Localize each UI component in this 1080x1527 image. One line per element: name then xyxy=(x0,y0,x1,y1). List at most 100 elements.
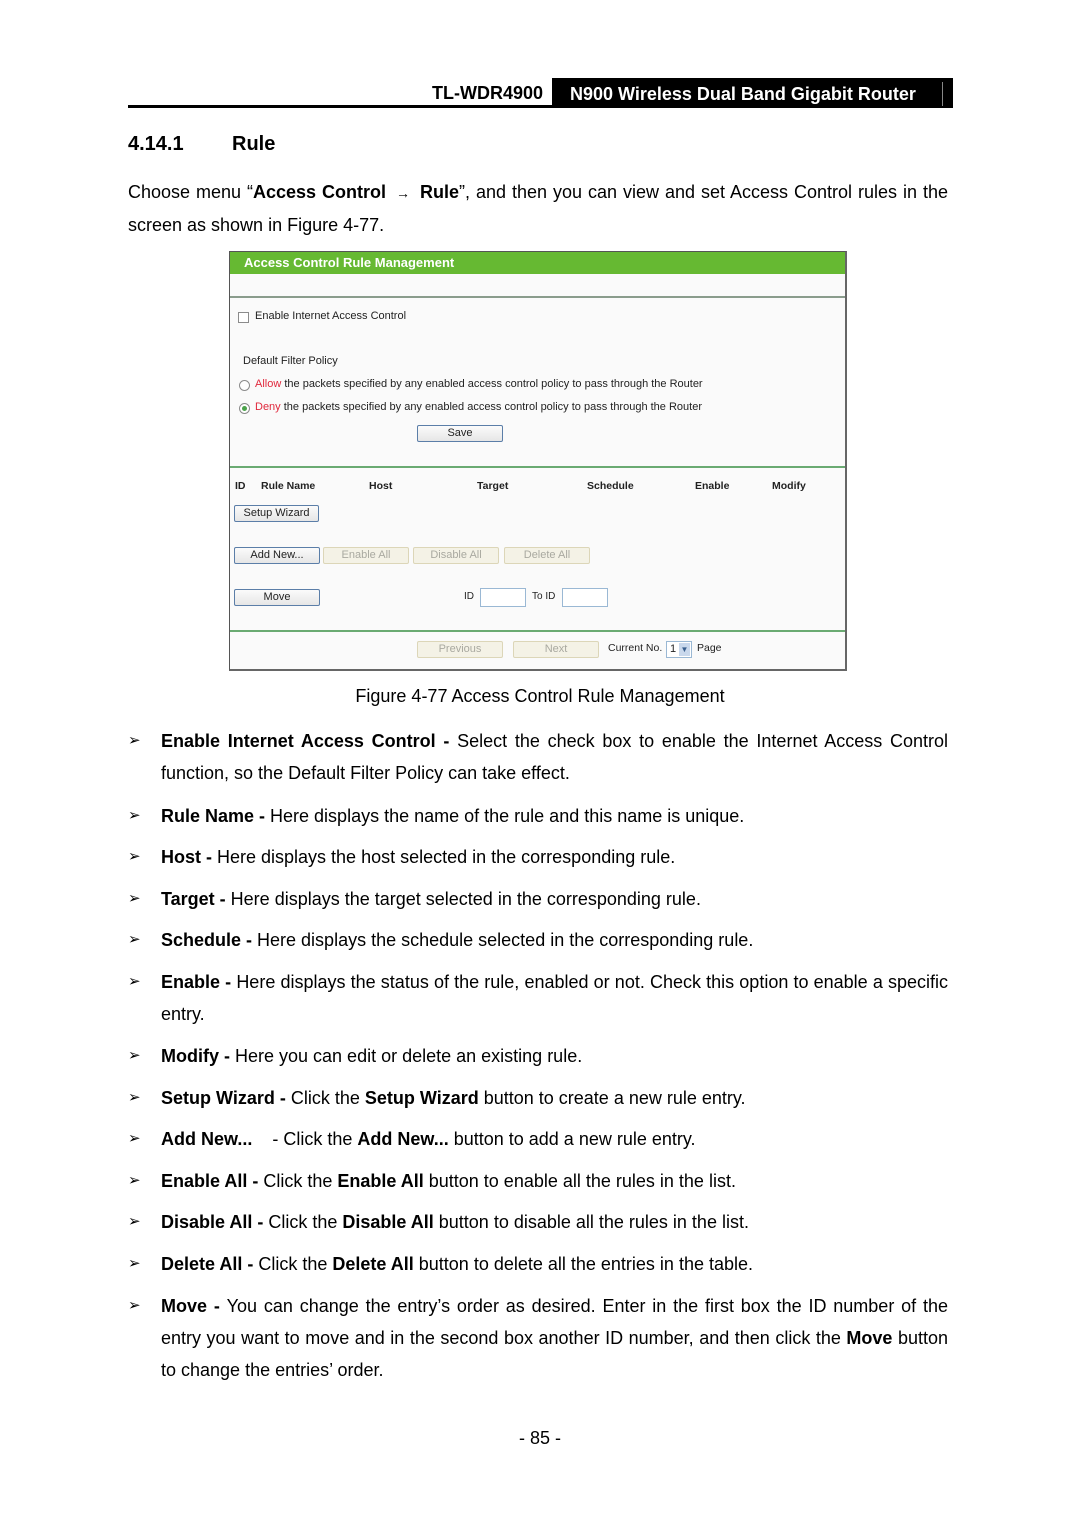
list-item: ➢ Schedule - Here displays the schedule … xyxy=(128,924,948,956)
allow-keyword: Allow xyxy=(255,378,282,390)
bullet-text: Click the xyxy=(268,1212,343,1232)
bullet-text: Here you can edit or delete an existing … xyxy=(235,1046,583,1066)
previous-button[interactable]: Previous xyxy=(417,641,503,658)
bullet-arrow-icon: ➢ xyxy=(128,973,141,990)
list-item: ➢ Move - You can change the entry’s orde… xyxy=(128,1290,948,1386)
bullet-term: Add New... xyxy=(161,1129,253,1149)
bullet-arrow-icon: ➢ xyxy=(128,1255,141,1272)
divider xyxy=(230,296,845,298)
bullet-text: Here displays the host selected in the c… xyxy=(217,847,676,867)
list-item: ➢ Host - Here displays the host selected… xyxy=(128,841,948,873)
bullet-term: Setup Wizard - xyxy=(161,1088,291,1108)
header-product: N900 Wireless Dual Band Gigabit Router xyxy=(570,84,916,104)
default-filter-policy-label: Default Filter Policy xyxy=(243,355,338,367)
bullet-text: button to delete all the entries in the … xyxy=(413,1254,753,1274)
chevron-down-icon: ▼ xyxy=(679,643,690,656)
list-item: ➢ Target - Here displays the target sele… xyxy=(128,883,948,915)
bullet-arrow-icon: ➢ xyxy=(128,1089,141,1106)
list-item: ➢ Enable Internet Access Control - Selec… xyxy=(128,725,948,789)
bullet-term: Schedule - xyxy=(161,930,258,950)
bullet-term: Delete All - xyxy=(161,1254,259,1274)
figure-caption: Figure 4-77 Access Control Rule Manageme… xyxy=(355,686,725,706)
delete-all-button[interactable]: Delete All xyxy=(504,547,590,564)
arrow-right-icon: → xyxy=(396,185,411,201)
bullet-term: Modify - xyxy=(161,1046,235,1066)
list-item: ➢ Enable - Here displays the status of t… xyxy=(128,966,948,1030)
disable-all-button[interactable]: Disable All xyxy=(413,547,499,564)
allow-policy-radio[interactable] xyxy=(239,380,250,391)
running-header: TL-WDR4900 N900 Wireless Dual Band Gigab… xyxy=(128,78,953,108)
bullet-bold: Move xyxy=(846,1328,893,1348)
next-button[interactable]: Next xyxy=(513,641,599,658)
menu-path-rule: Rule xyxy=(420,182,460,202)
list-item: ➢ Rule Name - Here displays the name of … xyxy=(128,800,948,832)
enable-internet-access-control-label: Enable Internet Access Control xyxy=(255,310,407,322)
list-item: ➢ Delete All - Click the Delete All butt… xyxy=(128,1248,948,1280)
bullet-text: button to add a new rule entry. xyxy=(448,1129,696,1149)
bullet-text: button to enable all the rules in the li… xyxy=(423,1171,736,1191)
intro-paragraph: Choose menu “Access Control → Rule”, and t… xyxy=(128,176,948,241)
page-select-value: 1 xyxy=(670,643,677,655)
bullet-text: - Click the xyxy=(252,1129,358,1149)
move-to-id-input[interactable] xyxy=(562,588,608,607)
deny-policy-radio[interactable] xyxy=(239,403,250,414)
header-rule xyxy=(128,105,552,108)
page-number: - 85 - xyxy=(518,1428,561,1448)
column-header-enable: Enable xyxy=(695,480,730,492)
bullet-term: Enable - xyxy=(161,972,237,992)
bullet-arrow-icon: ➢ xyxy=(128,890,141,907)
bullet-term: Rule Name - xyxy=(161,806,271,826)
bullet-bold: Delete All xyxy=(332,1254,414,1274)
add-new-button[interactable]: Add New... xyxy=(234,547,320,564)
access-control-rule-screenshot: Access Control Rule Management Enable In… xyxy=(229,251,847,671)
bullet-bold: Add New... xyxy=(357,1129,449,1149)
to-id-label: To ID xyxy=(532,591,556,602)
allow-policy-label: Allow the packets specified by any enabl… xyxy=(255,378,703,390)
bullet-arrow-icon: ➢ xyxy=(128,1172,141,1189)
bullet-arrow-icon: ➢ xyxy=(128,1047,141,1064)
bullet-text: Here displays the schedule selected in t… xyxy=(257,930,754,950)
header-model: TL-WDR4900 xyxy=(431,83,543,103)
divider xyxy=(230,466,845,468)
setup-wizard-button[interactable]: Setup Wizard xyxy=(234,505,319,522)
bullet-arrow-icon: ➢ xyxy=(128,931,141,948)
section-number: 4.14.1 xyxy=(128,133,184,155)
header-product-edge xyxy=(942,82,943,106)
bullet-term: Enable All - xyxy=(161,1171,264,1191)
page-select[interactable]: 1 ▼ xyxy=(666,641,692,658)
list-item: ➢ Modify - Here you can edit or delete a… xyxy=(128,1040,948,1072)
column-header-schedule: Schedule xyxy=(587,480,634,492)
intro-prefix: Choose menu “ xyxy=(128,182,254,202)
bullet-text: Here displays the name of the rule and t… xyxy=(270,806,745,826)
list-item: ➢ Enable All - Click the Enable All butt… xyxy=(128,1165,948,1197)
enable-internet-access-control-checkbox[interactable] xyxy=(238,312,249,323)
allow-policy-text: the packets specified by any enabled acc… xyxy=(281,378,703,390)
deny-policy-text: the packets specified by any enabled acc… xyxy=(280,401,702,413)
list-item: ➢ Disable All - Click the Disable All bu… xyxy=(128,1206,948,1238)
list-item: ➢ Add New... - Click the Add New... butt… xyxy=(128,1123,948,1155)
bullet-arrow-icon: ➢ xyxy=(128,1297,141,1314)
bullet-text: You can change the entry’s order as desi… xyxy=(161,1296,948,1348)
bullet-term: Disable All - xyxy=(161,1212,269,1232)
bullet-text: button to create a new rule entry. xyxy=(478,1088,746,1108)
bullet-text: Click the xyxy=(290,1088,365,1108)
bullet-text: Here displays the target selected in the… xyxy=(230,889,701,909)
divider xyxy=(230,630,845,632)
enable-all-button[interactable]: Enable All xyxy=(323,547,409,564)
bullet-arrow-icon: ➢ xyxy=(128,848,141,865)
bullet-term: Move - xyxy=(161,1296,227,1316)
bullet-text: Here displays the status of the rule, en… xyxy=(161,972,949,1024)
section-title: 4.14.1 Rule xyxy=(128,133,275,156)
list-item: ➢ Setup Wizard - Click the Setup Wizard … xyxy=(128,1082,948,1114)
bullet-text: Click the xyxy=(263,1171,338,1191)
move-from-id-input[interactable] xyxy=(480,588,526,607)
bullet-arrow-icon: ➢ xyxy=(128,807,141,824)
current-no-label: Current No. xyxy=(608,642,663,654)
bullet-arrow-icon: ➢ xyxy=(128,1213,141,1230)
column-header-rule-name: Rule Name xyxy=(261,480,316,492)
bullet-term: Host - xyxy=(161,847,217,867)
save-button[interactable]: Save xyxy=(417,425,503,442)
bullet-bold: Enable All xyxy=(337,1171,424,1191)
section-name: Rule xyxy=(232,133,276,155)
move-button[interactable]: Move xyxy=(234,589,320,606)
